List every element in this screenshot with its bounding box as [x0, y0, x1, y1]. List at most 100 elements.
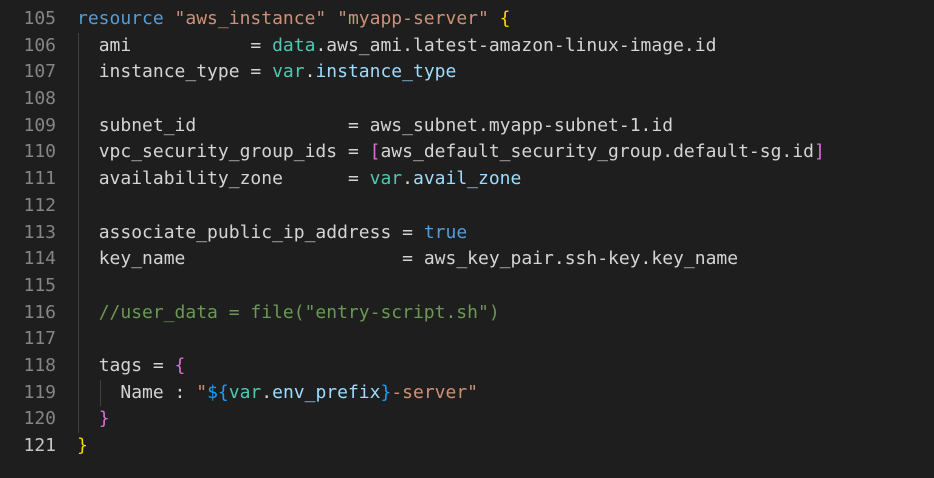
code-token: { [499, 8, 511, 29]
code-token: true [423, 221, 468, 243]
code-line[interactable]: 112 [0, 193, 934, 220]
code-token: resource [77, 8, 164, 29]
line-number: 115 [23, 274, 56, 296]
code-line[interactable]: 121} [0, 433, 934, 460]
code-line[interactable]: 111 availability_zone = var.avail_zone [0, 166, 934, 193]
code-token: aws_key_pair.ssh-key.key_name [423, 248, 739, 270]
code-text: key_name = aws_key_pair.ssh-key.key_name [77, 246, 738, 273]
code-token: } [77, 435, 88, 456]
code-line[interactable]: 106 ami = data.aws_ami.latest-amazon-lin… [0, 33, 934, 60]
code-token: = [250, 61, 273, 83]
code-token: var [272, 61, 305, 83]
code-text: Name : "${var.env_prefix}-server" [77, 380, 478, 407]
code-token: ami [98, 34, 251, 56]
code-token: .aws_ami.latest-amazon-linux-image.id [315, 34, 717, 56]
code-token: . [261, 381, 273, 403]
code-token: aws_default_security_group.default-sg.id [380, 141, 814, 163]
line-number: 109 [23, 114, 56, 136]
code-line[interactable]: 107 instance_type = var.instance_type [0, 59, 934, 86]
code-token: var [228, 381, 262, 403]
code-line[interactable]: 117 [0, 326, 934, 353]
code-text: } [77, 433, 88, 460]
code-token: instance_type [98, 61, 251, 83]
code-text: ami = data.aws_ami.latest-amazon-linux-i… [77, 33, 717, 60]
line-number: 114 [23, 248, 56, 270]
code-token: " [196, 381, 208, 403]
code-text: associate_public_ip_address = true [77, 220, 467, 247]
code-text: instance_type = var.instance_type [77, 59, 457, 86]
code-editor[interactable]: 105 resource "aws_instance" "myapp-server… [0, 6, 934, 478]
line-number: 119 [23, 381, 56, 403]
code-token: associate_public_ip_address [98, 221, 403, 243]
code-token: } [98, 408, 110, 430]
code-token: } [380, 381, 392, 403]
line-number: 121 [23, 435, 56, 456]
code-token: = [402, 221, 424, 243]
line-number: 106 [23, 34, 56, 56]
code-token: Name : [120, 381, 197, 403]
code-line[interactable]: 110 vpc_security_group_ids = [aws_defaul… [0, 139, 934, 166]
code-token: instance_type [315, 61, 457, 83]
line-number: 120 [23, 408, 56, 430]
code-text: //user_data = file("entry-script.sh") [77, 300, 500, 327]
code-line[interactable]: 120 } [0, 406, 934, 433]
code-line[interactable]: 119 Name : "${var.env_prefix}-server" [0, 380, 934, 407]
code-token: availability_zone [98, 168, 348, 190]
code-text: vpc_security_group_ids = [aws_default_se… [77, 139, 825, 166]
code-token: = [250, 34, 273, 56]
line-number: 105 [23, 8, 56, 29]
code-text: availability_zone = var.avail_zone [77, 166, 522, 193]
code-token: "aws_instance" [174, 8, 327, 29]
line-number: 113 [23, 221, 56, 243]
code-line[interactable]: 109 subnet_id = aws_subnet.myapp-subnet-… [0, 113, 934, 140]
code-token: avail_zone [412, 168, 522, 190]
line-number: 107 [23, 61, 56, 83]
line-number: 116 [23, 301, 56, 323]
code-line[interactable]: 113 associate_public_ip_address = true [0, 220, 934, 247]
code-text: subnet_id = aws_subnet.myapp-subnet-1.id [77, 113, 673, 140]
code-token: key_name [98, 248, 403, 270]
code-token: . [402, 168, 413, 190]
code-line[interactable]: 108 [0, 86, 934, 113]
code-token: { [174, 354, 186, 376]
line-number: 118 [23, 354, 56, 376]
code-line[interactable]: 118 tags = { [0, 353, 934, 380]
line-number: 112 [23, 194, 56, 216]
code-token: = [347, 168, 370, 190]
code-token: //user_data = file("entry-script.sh") [98, 301, 500, 323]
code-token: aws_subnet.myapp-subnet-1.id [369, 114, 674, 136]
code-token: . [304, 61, 316, 83]
line-number: 110 [23, 141, 56, 163]
code-token: -server" [391, 381, 479, 403]
code-text: } [77, 406, 110, 433]
code-token: tags = [98, 354, 175, 376]
line-number: 111 [23, 168, 56, 190]
code-line[interactable]: 105 resource "aws_instance" "myapp-server… [0, 6, 934, 33]
code-line[interactable]: 116 //user_data = file("entry-script.sh"… [0, 300, 934, 327]
code-token: = [402, 248, 424, 270]
code-line[interactable]: 114 key_name = aws_key_pair.ssh-key.key_… [0, 246, 934, 273]
code-text: resource "aws_instance" "myapp-server" { [77, 6, 511, 33]
code-token: = [347, 141, 370, 163]
code-token: subnet_id [98, 114, 348, 136]
code-token: ${ [207, 381, 229, 403]
code-token: vpc_security_group_ids [98, 141, 348, 163]
code-token: = [347, 114, 370, 136]
code-line[interactable]: 115 [0, 273, 934, 300]
code-text: tags = { [77, 353, 186, 380]
code-token: [ [369, 141, 381, 163]
